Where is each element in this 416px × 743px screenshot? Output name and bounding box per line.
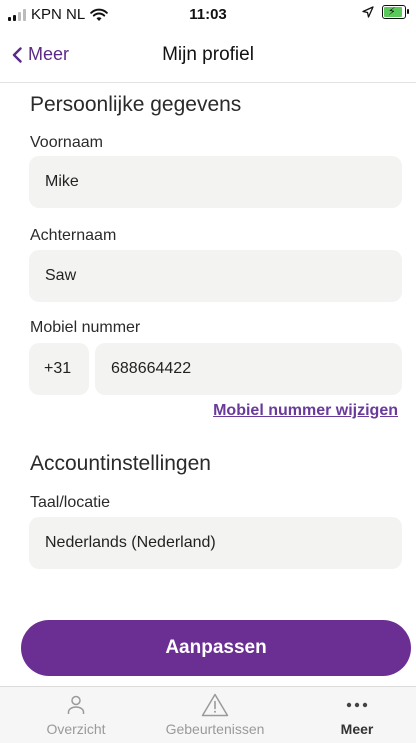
tab-label: Gebeurtenissen	[165, 721, 265, 737]
mobile-number-value: 688664422	[111, 360, 192, 377]
more-dots-icon	[346, 702, 368, 708]
warning-triangle-icon	[201, 693, 229, 717]
mobile-number-label: Mobiel nummer	[30, 319, 141, 336]
tab-label: Meer	[340, 721, 374, 737]
last-name-label: Achternaam	[30, 227, 117, 244]
edit-button[interactable]: Aanpassen	[21, 620, 411, 676]
country-code-field[interactable]: +31	[29, 343, 89, 395]
change-mobile-number-link[interactable]: Mobiel nummer wijzigen	[213, 402, 398, 420]
section-title-account: Accountinstellingen	[30, 452, 211, 475]
page-title: Mijn profiel	[162, 44, 254, 65]
tab-overzicht[interactable]: Overzicht	[40, 687, 112, 743]
battery-icon: ⚡	[382, 5, 409, 19]
language-field[interactable]: Nederlands (Nederland)	[29, 517, 402, 569]
section-title-personal: Persoonlijke gegevens	[30, 93, 242, 116]
clock: 11:03	[189, 6, 227, 23]
tab-meer[interactable]: Meer	[332, 687, 382, 743]
last-name-value: Saw	[45, 267, 77, 284]
first-name-value: Mike	[45, 173, 79, 190]
status-right: ⚡	[362, 5, 409, 19]
country-code-value: +31	[44, 360, 72, 377]
tab-bar: Overzicht Gebeurtenissen Meer	[0, 686, 416, 743]
person-icon	[67, 695, 85, 714]
first-name-field[interactable]: Mike	[29, 156, 402, 208]
tab-gebeurtenissen[interactable]: Gebeurtenissen	[160, 687, 270, 743]
mobile-number-field[interactable]: 688664422	[95, 343, 402, 395]
first-name-label: Voornaam	[30, 134, 103, 151]
navigation-bar: Meer Mijn profiel	[0, 30, 416, 83]
tab-label: Overzicht	[46, 721, 106, 737]
status-bar: KPN NL 11:03 ⚡	[0, 0, 416, 30]
language-value: Nederlands (Nederland)	[45, 534, 216, 551]
location-arrow-icon	[362, 6, 374, 18]
last-name-field[interactable]: Saw	[29, 250, 402, 302]
language-label: Taal/locatie	[30, 494, 111, 511]
